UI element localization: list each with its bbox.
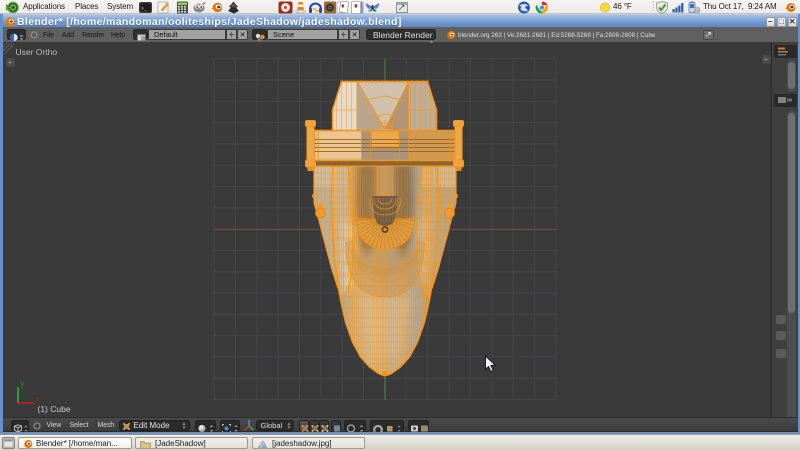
svg-text:>_: >_	[141, 6, 148, 12]
svg-text:x: x	[36, 396, 40, 403]
svg-text:y: y	[20, 381, 24, 388]
